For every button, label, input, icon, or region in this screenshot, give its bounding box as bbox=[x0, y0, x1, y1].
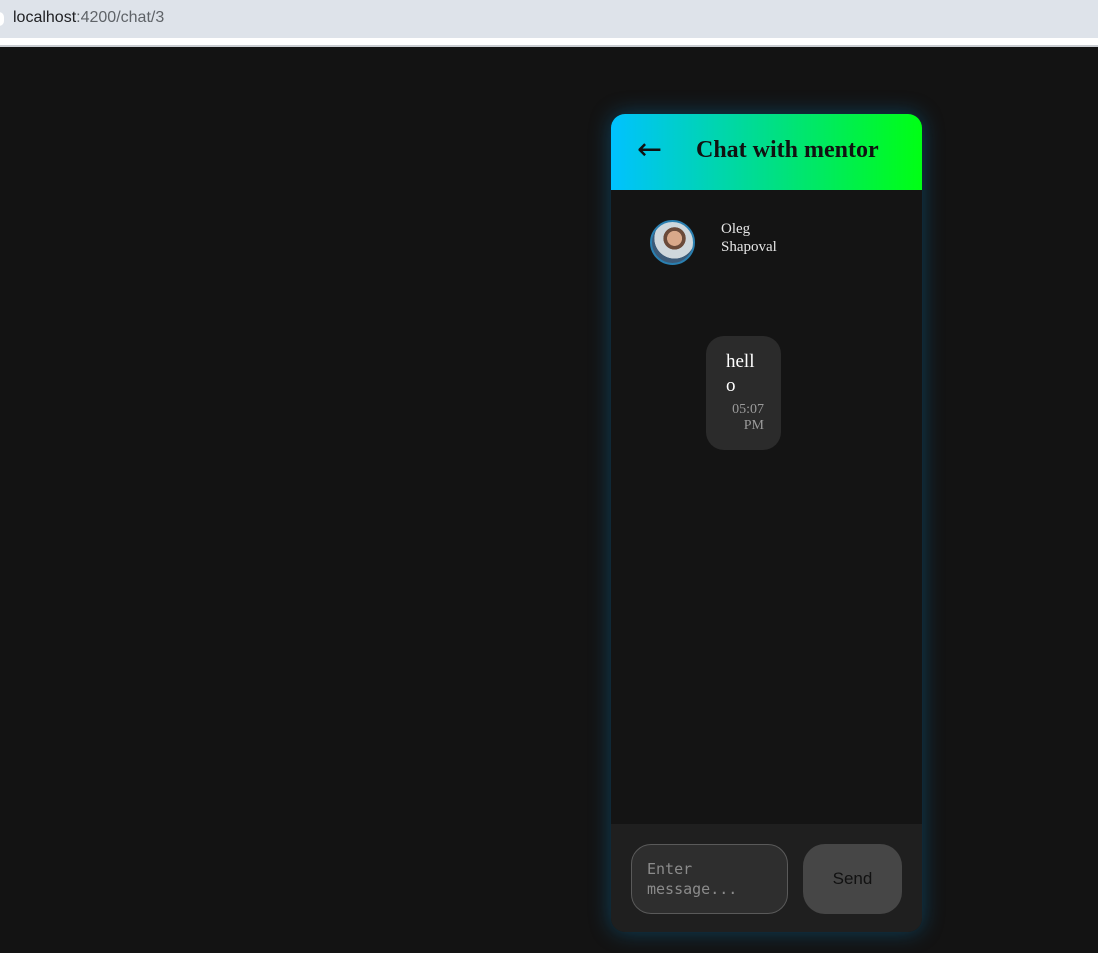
composer: Send bbox=[611, 824, 922, 932]
message-timestamp: 05:07 PM bbox=[732, 402, 764, 433]
chat-title: Chat with mentor bbox=[696, 137, 879, 163]
chat-header: ← Chat with mentor bbox=[611, 114, 922, 190]
browser-address-bar[interactable]: localhost:4200/chat/3 bbox=[0, 0, 1098, 38]
send-button[interactable]: Send bbox=[803, 844, 902, 914]
divider bbox=[0, 45, 1098, 47]
message-input[interactable] bbox=[631, 844, 788, 914]
chat-window: ← Chat with mentor Oleg Shapoval hello 0… bbox=[611, 114, 922, 932]
sender-name: Oleg Shapoval bbox=[721, 221, 777, 255]
url-path: :4200/chat/3 bbox=[76, 9, 165, 26]
site-info-icon[interactable] bbox=[0, 12, 4, 26]
url-host: localhost bbox=[13, 9, 77, 26]
sender-avatar bbox=[650, 220, 695, 265]
message-text: hello bbox=[726, 351, 755, 396]
back-arrow-icon[interactable]: ← bbox=[637, 130, 662, 170]
message-list[interactable]: Oleg Shapoval hello 05:07 PM bbox=[611, 190, 922, 824]
browser-toolbar-strip bbox=[0, 38, 1098, 45]
url-text[interactable]: localhost:4200/chat/3 bbox=[13, 9, 164, 27]
message-bubble: hello 05:07 PM bbox=[706, 336, 781, 450]
